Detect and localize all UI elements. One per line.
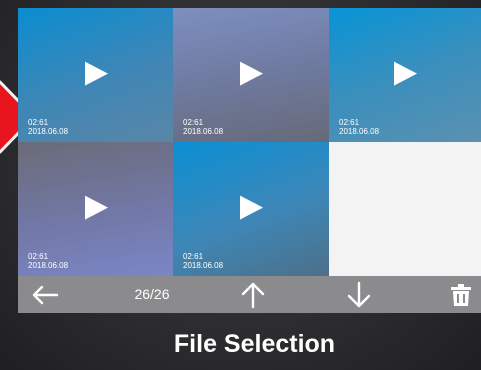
play-icon [84, 195, 108, 220]
video-duration: 02:61 [183, 118, 204, 127]
bottom-toolbar: 26/26 [18, 276, 481, 313]
delete-button[interactable] [446, 276, 476, 313]
play-icon [84, 61, 108, 86]
scroll-down-button[interactable] [342, 276, 376, 313]
down-arrow-icon [347, 281, 371, 307]
thumbnail-grid: 02:61 2018.06.08 02:61 2018.06.08 02:61 … [18, 8, 481, 276]
video-date: 2018.06.08 [183, 261, 224, 270]
video-thumbnail[interactable]: 02:61 2018.06.08 [329, 8, 481, 142]
play-icon [394, 61, 417, 86]
thumbnail-meta: 02:61 2018.06.08 [183, 118, 223, 136]
video-thumbnail[interactable]: 02:61 2018.06.08 [173, 8, 329, 142]
video-thumbnail[interactable]: 02:61 2018.06.08 [173, 142, 329, 276]
video-duration: 02:61 [28, 252, 49, 261]
video-date: 2018.06.08 [28, 261, 69, 270]
trash-icon [451, 283, 471, 306]
back-arrow-icon [32, 285, 59, 304]
up-arrow-icon [241, 282, 265, 308]
play-icon [240, 61, 263, 86]
video-date: 2018.06.08 [339, 127, 380, 136]
thumbnail-meta: 02:61 2018.06.08 [28, 118, 68, 136]
file-selection-screen: 02:61 2018.06.08 02:61 2018.06.08 02:61 … [18, 8, 481, 313]
back-button[interactable] [26, 276, 64, 313]
video-thumbnail[interactable]: 02:61 2018.06.08 [18, 142, 173, 276]
play-icon [240, 195, 263, 220]
thumbnail-meta: 02:61 2018.06.08 [28, 252, 68, 270]
video-thumbnail[interactable]: 02:61 2018.06.08 [18, 8, 173, 142]
screen-caption: File Selection [173, 330, 336, 358]
empty-thumbnail-slot [329, 142, 481, 276]
thumbnail-meta: 02:61 2018.06.08 [339, 118, 379, 136]
video-duration: 02:61 [28, 118, 49, 127]
page-counter: 26/26 [134, 286, 170, 302]
video-date: 2018.06.08 [183, 127, 224, 136]
video-duration: 02:61 [339, 118, 360, 127]
video-duration: 02:61 [183, 252, 204, 261]
thumbnail-meta: 02:61 2018.06.08 [183, 252, 223, 270]
video-date: 2018.06.08 [28, 127, 69, 136]
scroll-up-button[interactable] [236, 276, 270, 313]
